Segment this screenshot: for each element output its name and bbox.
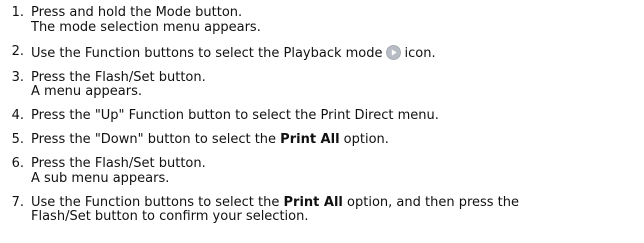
step-number: 7. [11,194,24,210]
step-text-segment: option, and then press the [342,194,520,210]
step-text: Press the Flash/Set button. A sub menu a… [31,156,644,186]
step-line: Use the Function buttons to select the P… [31,194,638,211]
step-line: A menu appears. [31,84,142,99]
step-text-segment: Press the "Down" button to select the [31,132,281,147]
step-text: Press the "Up" Function button to select… [31,108,644,124]
step-line: Press the Flash/Set button. [31,156,206,171]
step-5: 5. Press the "Down" button to select the… [0,132,644,148]
step-line: Press the "Down" button to select the Pr… [31,132,638,148]
step-text: Use the Function buttons to select the P… [31,194,644,225]
step-line: A sub menu appears. [31,170,170,186]
step-number: 3. [11,69,24,85]
step-number: 1. [11,5,24,20]
step-number: 6. [11,156,24,171]
step-7: 7. Use the Function buttons to select th… [0,194,644,225]
step-line: Use the Function buttons to select the P… [31,44,638,62]
print-all-option-label: Print All [283,194,343,210]
step-text-segment: Use the Function buttons to select the P… [31,45,383,61]
step-number: 2. [11,43,24,59]
step-number: 5. [11,132,24,147]
step-text-segment: Use the Function buttons to select the [31,194,284,210]
step-line: Flash/Set button to confirm your selecti… [31,209,309,224]
step-line: Press the Flash/Set button. [31,69,206,85]
step-text: Press and hold the Mode button. The mode… [31,5,644,35]
playback-mode-icon [385,44,401,60]
step-text: Use the Function buttons to select the P… [31,44,644,62]
instruction-steps: 1. Press and hold the Mode button. The m… [0,5,644,234]
step-text-segment: option. [339,132,389,147]
step-1: 1. Press and hold the Mode button. The m… [0,5,644,35]
step-line: Press and hold the Mode button. [31,5,243,20]
print-all-option-label: Print All [280,132,340,147]
step-text: Press the "Down" button to select the Pr… [31,132,644,148]
step-line: Press the "Up" Function button to select… [31,108,439,123]
step-2: 2. Use the Function buttons to select th… [0,43,644,62]
step-3: 3. Press the Flash/Set button. A menu ap… [0,69,644,100]
step-6: 6. Press the Flash/Set button. A sub men… [0,156,644,186]
step-line: The mode selection menu appears. [31,19,261,35]
step-4: 4. Press the "Up" Function button to sel… [0,108,644,124]
step-number: 4. [11,108,24,123]
step-text: Press the Flash/Set button. A menu appea… [31,69,644,100]
step-text-segment: icon. [404,45,436,61]
